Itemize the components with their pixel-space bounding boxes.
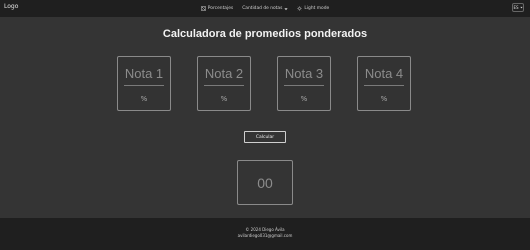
chevron-down-icon: [284, 7, 288, 10]
language-selector[interactable]: ES: [512, 3, 524, 12]
divider: [284, 85, 324, 86]
language-label: ES: [513, 5, 519, 10]
weight-input[interactable]: %: [358, 95, 410, 103]
grade-card-4[interactable]: Nota 4 %: [357, 56, 411, 111]
weight-input[interactable]: %: [118, 95, 170, 103]
grade-card-2[interactable]: Nota 2 %: [197, 56, 251, 111]
nav-item-porcentajes[interactable]: Porcentajes: [200, 4, 234, 13]
weight-input[interactable]: %: [278, 95, 330, 103]
grade-input[interactable]: Nota 1: [118, 66, 170, 81]
grade-input[interactable]: Nota 2: [198, 66, 250, 81]
nav-label-cantidad-notas: Cantidad de notas: [242, 6, 283, 11]
nav-item-light-mode[interactable]: Light mode: [297, 4, 329, 13]
divider: [204, 85, 244, 86]
nav-menu: Porcentajes Cantidad de notas Light mode: [0, 4, 530, 13]
grade-card-3[interactable]: Nota 3 %: [277, 56, 331, 111]
page-title: Calculadora de promedios ponderados: [162, 28, 368, 40]
calculate-button[interactable]: Calcular: [244, 131, 286, 143]
sun-icon: [297, 6, 303, 11]
grade-input[interactable]: Nota 4: [358, 66, 410, 81]
weight-input[interactable]: %: [198, 95, 250, 103]
footer: © 2024 Diego Ávila avilardiego031@gmail.…: [0, 218, 530, 250]
nav-item-cantidad-notas[interactable]: Cantidad de notas: [242, 4, 288, 13]
footer-email[interactable]: avilardiego031@gmail.com: [0, 233, 530, 239]
top-navbar: Logo Porcentajes Cantidad de notas Light…: [0, 0, 530, 17]
result-display: 00: [237, 160, 293, 205]
chevron-down-icon: [519, 6, 523, 9]
grade-card-1[interactable]: Nota 1 %: [117, 56, 171, 111]
nav-label-light-mode: Light mode: [304, 6, 330, 11]
nav-label-porcentajes: Porcentajes: [207, 6, 234, 11]
divider: [364, 85, 404, 86]
grade-input[interactable]: Nota 3: [278, 66, 330, 81]
percent-icon: [200, 6, 206, 11]
divider: [124, 85, 164, 86]
